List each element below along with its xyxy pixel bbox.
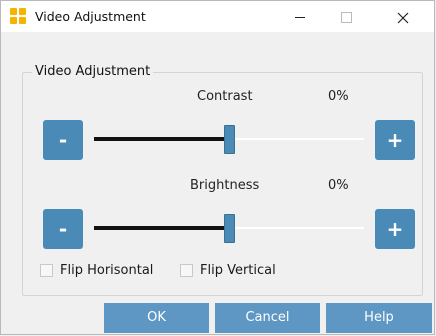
close-button[interactable] (380, 1, 426, 32)
brightness-slider-fill (94, 226, 225, 230)
brightness-label: Brightness (190, 178, 260, 193)
close-icon (397, 12, 409, 23)
maximize-icon (340, 12, 352, 23)
brightness-slider-track (235, 227, 364, 229)
brightness-increase-button[interactable]: + (375, 209, 415, 249)
help-button[interactable]: Help (326, 303, 432, 333)
brightness-value: 0% (328, 178, 349, 193)
brightness-slider-thumb[interactable] (224, 214, 235, 243)
minimize-button[interactable] (277, 1, 323, 32)
maximize-button[interactable] (323, 1, 369, 32)
title-bar[interactable]: Video Adjustment (1, 1, 434, 32)
flip-horizontal-option[interactable]: Flip Horisontal (40, 263, 153, 278)
ok-button[interactable]: OK (104, 303, 209, 333)
contrast-value: 0% (328, 89, 349, 104)
flip-horizontal-checkbox[interactable] (40, 264, 53, 277)
flip-vertical-option[interactable]: Flip Vertical (180, 263, 276, 278)
contrast-decrease-button[interactable]: - (43, 120, 83, 160)
group-label: Video Adjustment (32, 64, 154, 79)
brightness-decrease-button[interactable]: - (43, 209, 83, 249)
contrast-slider-fill (94, 137, 225, 141)
cancel-button[interactable]: Cancel (215, 303, 320, 333)
minimize-icon (295, 17, 305, 18)
contrast-slider-thumb[interactable] (224, 125, 235, 154)
dialog-window: Video Adjustment Video Adjustment Contra… (0, 0, 435, 335)
contrast-slider-track (235, 138, 364, 140)
brightness-slider[interactable] (94, 214, 364, 244)
flip-horizontal-label: Flip Horisontal (60, 263, 154, 278)
window-title: Video Adjustment (35, 9, 146, 24)
contrast-label: Contrast (197, 89, 253, 104)
contrast-slider[interactable] (94, 125, 364, 155)
contrast-increase-button[interactable]: + (375, 120, 415, 160)
app-icon (10, 8, 26, 24)
flip-vertical-label: Flip Vertical (200, 263, 276, 278)
flip-vertical-checkbox[interactable] (180, 264, 193, 277)
